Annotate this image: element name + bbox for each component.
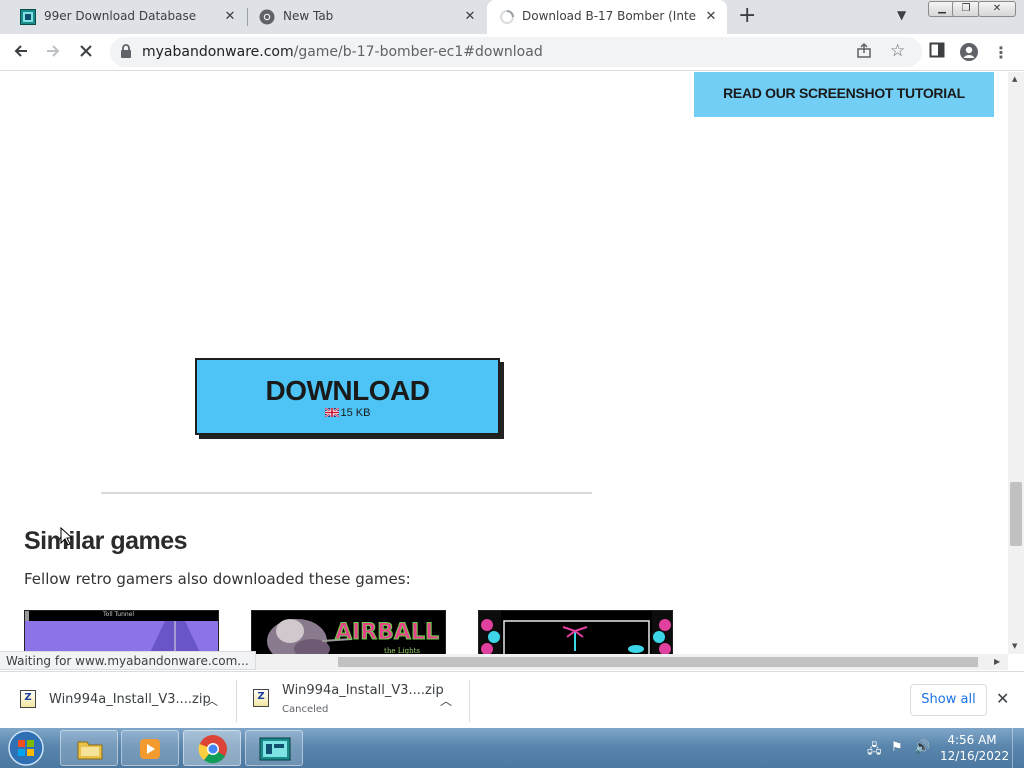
show-all-button[interactable]: Show all bbox=[910, 684, 987, 716]
mouse-cursor-icon bbox=[60, 526, 74, 550]
download-filename: Win994a_Install_V3....zip bbox=[49, 692, 211, 707]
close-window-button[interactable]: ✕ bbox=[978, 1, 1016, 17]
share-icon[interactable] bbox=[856, 42, 872, 63]
page-content: READ OUR SCREENSHOT TUTORIAL DOWNLOAD 15… bbox=[0, 72, 1008, 654]
vertical-scrollbar[interactable]: ▲ ▼ bbox=[1008, 72, 1024, 654]
close-shelf-icon[interactable]: ✕ bbox=[996, 689, 1009, 708]
chrome-icon bbox=[198, 734, 228, 768]
scroll-up-arrow-icon[interactable]: ▲ bbox=[1012, 75, 1017, 83]
tab-close-icon[interactable]: ✕ bbox=[703, 9, 719, 25]
menu-kebab-icon[interactable]: ⋮ bbox=[990, 42, 1012, 64]
start-button[interactable] bbox=[6, 729, 46, 771]
network-tray-icon[interactable]: 🖧 bbox=[867, 740, 882, 762]
screenshot-tutorial-button[interactable]: READ OUR SCREENSHOT TUTORIAL bbox=[694, 72, 994, 117]
tab-99er[interactable]: 99er Download Database ✕ bbox=[8, 0, 246, 34]
similar-games-heading: Similar games bbox=[24, 527, 188, 555]
horizontal-scroll-thumb[interactable] bbox=[338, 657, 978, 667]
url-path: /game/b-17-bomber-ec1#download bbox=[293, 44, 543, 60]
taskbar-media-player-button[interactable] bbox=[121, 730, 179, 766]
download-separator bbox=[469, 680, 470, 722]
chevron-up-icon[interactable]: ︿ bbox=[440, 692, 452, 709]
palm-tree-game-screen bbox=[479, 611, 672, 654]
tab-title: Download B-17 Bomber (Intellivi bbox=[522, 9, 696, 23]
taskbar-emulator-button[interactable] bbox=[245, 730, 303, 766]
thumbnail-caption: Toll Tunnel bbox=[103, 611, 135, 618]
side-panel-icon[interactable] bbox=[926, 42, 948, 64]
99er-favicon-icon bbox=[20, 9, 36, 25]
thumbnail-caption: AIRBALL bbox=[335, 620, 439, 645]
tab-title: New Tab bbox=[283, 9, 334, 23]
download-label: DOWNLOAD bbox=[265, 375, 430, 406]
url-domain: myabandonware.com bbox=[142, 44, 294, 60]
scroll-right-arrow-icon[interactable]: ▶ bbox=[994, 657, 1000, 666]
emulator-app-icon bbox=[259, 736, 291, 766]
scroll-down-arrow-icon[interactable]: ▼ bbox=[1012, 642, 1017, 650]
clock-date: 12/16/2022 bbox=[940, 749, 1010, 763]
similar-game-thumbnail[interactable]: AIRBALL the Lights bbox=[251, 610, 446, 654]
download-size-text: 15 KB bbox=[340, 407, 371, 419]
lock-icon[interactable] bbox=[120, 44, 132, 63]
loading-spinner-icon bbox=[499, 9, 515, 28]
browser-toolbar: myabandonware.com/game/b-17-bomber-ec1#d… bbox=[0, 34, 1024, 71]
taskbar-clock[interactable]: 4:56 AM 12/16/2022 bbox=[940, 732, 1010, 764]
download-button[interactable]: DOWNLOAD 15 KB bbox=[195, 358, 500, 435]
url-text[interactable]: myabandonware.com/game/b-17-bomber-ec1#d… bbox=[142, 44, 543, 60]
svg-text:the Lights: the Lights bbox=[384, 647, 420, 654]
tab-search-chevron-icon[interactable]: ▼ bbox=[897, 8, 906, 22]
airball-title-screen: AIRBALL the Lights bbox=[252, 611, 445, 654]
vertical-scroll-thumb[interactable] bbox=[1010, 482, 1022, 546]
chevron-up-icon[interactable]: ︿ bbox=[206, 692, 218, 709]
tab-new-tab[interactable]: New Tab ✕ bbox=[248, 0, 486, 34]
clock-time: 4:56 AM bbox=[947, 733, 997, 747]
download-shelf: Z Win994a_Install_V3....zip ︿ Z Win994a_… bbox=[0, 671, 1024, 728]
flag-tray-icon[interactable]: ⚑ bbox=[891, 740, 903, 755]
tab-download-b17[interactable]: Download B-17 Bomber (Intellivi ✕ bbox=[487, 0, 727, 34]
taskbar-explorer-button[interactable] bbox=[60, 730, 118, 766]
download-filename: Win994a_Install_V3....zip bbox=[282, 683, 444, 698]
zip-file-icon: Z bbox=[253, 689, 269, 707]
zip-file-icon: Z bbox=[20, 690, 36, 708]
back-arrow-icon[interactable] bbox=[10, 42, 32, 64]
volume-tray-icon[interactable]: 🔊 bbox=[914, 740, 930, 755]
section-divider bbox=[101, 492, 592, 494]
folder-icon bbox=[76, 737, 104, 765]
chrome-icon bbox=[259, 9, 275, 28]
new-tab-button[interactable]: + bbox=[738, 4, 756, 28]
uk-flag-icon bbox=[323, 407, 340, 421]
profile-avatar-icon[interactable] bbox=[958, 42, 980, 64]
stop-loading-icon[interactable] bbox=[75, 42, 97, 64]
restore-button[interactable]: ❐ bbox=[952, 1, 980, 17]
similar-game-thumbnail[interactable]: Toll Tunnel bbox=[24, 610, 219, 654]
download-item[interactable]: Z Win994a_Install_V3....zip Canceled ︿ bbox=[237, 672, 469, 729]
download-status: Canceled bbox=[282, 704, 329, 715]
show-desktop-button[interactable] bbox=[1012, 728, 1024, 768]
taskbar-chrome-button[interactable] bbox=[183, 730, 241, 766]
download-size: 15 KB bbox=[197, 406, 498, 421]
tab-title: 99er Download Database bbox=[44, 9, 197, 23]
similar-game-thumbnail[interactable] bbox=[478, 610, 673, 654]
tab-strip: 99er Download Database ✕ New Tab ✕ Downl… bbox=[0, 0, 1024, 34]
bookmark-star-icon[interactable]: ☆ bbox=[890, 41, 905, 61]
media-player-icon bbox=[137, 736, 163, 766]
download-item[interactable]: Z Win994a_Install_V3....zip ︿ bbox=[0, 672, 236, 729]
address-bar[interactable]: myabandonware.com/game/b-17-bomber-ec1#d… bbox=[110, 37, 922, 67]
tab-close-icon[interactable]: ✕ bbox=[462, 9, 478, 25]
similar-games-subtitle: Fellow retro gamers also downloaded thes… bbox=[24, 570, 411, 588]
forward-arrow-icon[interactable] bbox=[42, 42, 64, 64]
status-bubble: Waiting for www.myabandonware.com... bbox=[0, 651, 256, 670]
windows-taskbar: 🖧 ⚑ 🔊 4:56 AM 12/16/2022 bbox=[0, 728, 1024, 768]
tab-close-icon[interactable]: ✕ bbox=[222, 9, 238, 25]
